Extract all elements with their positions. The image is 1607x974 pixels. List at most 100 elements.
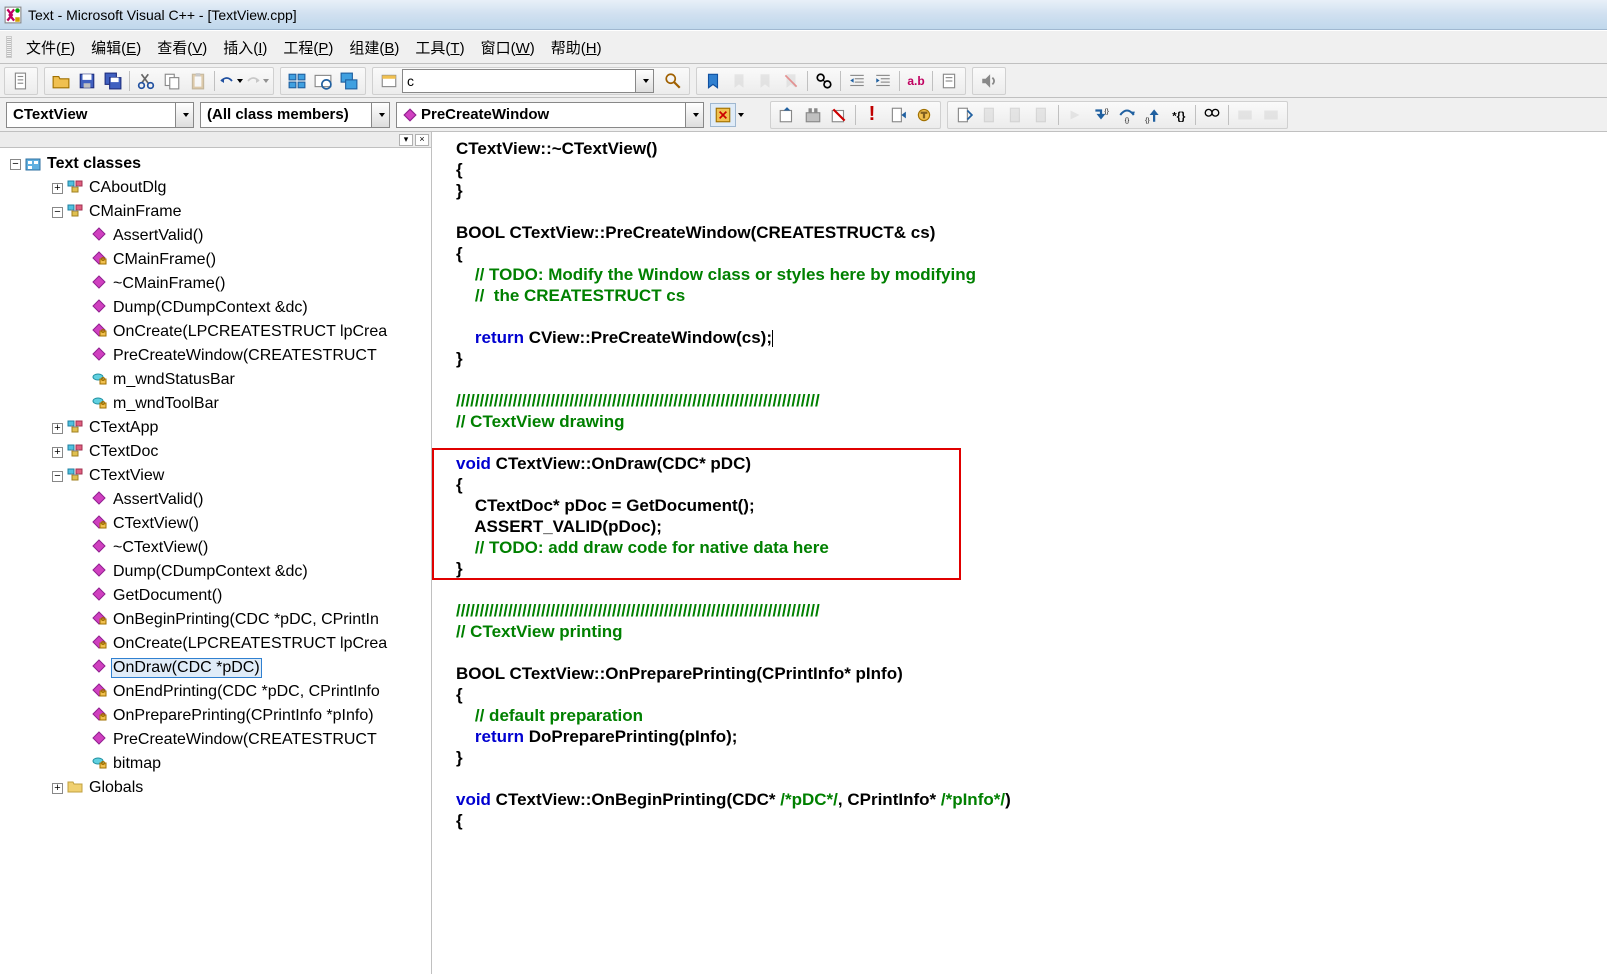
tree-item-label[interactable]: OnCreate(LPCREATESTRUCT lpCrea <box>111 635 389 653</box>
tree-item[interactable]: + CTextApp <box>10 416 429 440</box>
tree-item[interactable]: CMainFrame() <box>10 248 429 272</box>
sidebar-pin-button[interactable]: ▾ <box>399 134 413 146</box>
tree-item-label[interactable]: AssertValid() <box>111 491 205 509</box>
tree-item[interactable]: OnDraw(CDC *pDC) <box>10 656 429 680</box>
find-input[interactable] <box>402 69 636 93</box>
code-line[interactable]: BOOL CTextView::PreCreateWindow(CREATEST… <box>456 222 1607 243</box>
code-line[interactable]: ////////////////////////////////////////… <box>456 390 1607 411</box>
menu-grip[interactable] <box>6 36 12 58</box>
tree-item[interactable]: PreCreateWindow(CREATESTRUCT <box>10 344 429 368</box>
menu-h[interactable]: 帮助(H) <box>543 33 610 62</box>
code-line[interactable]: CTextView::~CTextView() <box>456 138 1607 159</box>
paste-button[interactable] <box>185 69 211 93</box>
break-button[interactable] <box>911 103 937 127</box>
find-button[interactable] <box>660 69 686 93</box>
output-button[interactable] <box>310 69 336 93</box>
bookmark-clear-button[interactable] <box>778 69 804 93</box>
code-line[interactable]: ////////////////////////////////////////… <box>456 600 1607 621</box>
code-line[interactable]: // TODO: Modify the Window class or styl… <box>456 264 1607 285</box>
code-line[interactable]: } <box>456 747 1607 768</box>
menu-i[interactable]: 插入(I) <box>215 33 275 62</box>
save-button[interactable] <box>74 69 100 93</box>
tree-item-label[interactable]: AssertValid() <box>111 227 205 245</box>
tree-item[interactable]: +Globals <box>10 776 429 800</box>
tree-item[interactable]: + CAboutDlg <box>10 176 429 200</box>
code-line[interactable]: } <box>456 348 1607 369</box>
run-to-cursor-button[interactable]: *{} <box>1166 103 1192 127</box>
tree-expand-button[interactable]: + <box>52 447 63 458</box>
tree-item[interactable]: OnBeginPrinting(CDC *pDC, CPrintIn <box>10 608 429 632</box>
tree-item-label[interactable]: m_wndToolBar <box>111 395 221 413</box>
tree-item-label[interactable]: PreCreateWindow(CREATESTRUCT <box>111 731 379 749</box>
code-line[interactable] <box>456 432 1607 453</box>
tree-item-label[interactable]: CMainFrame() <box>111 251 218 269</box>
tree-item-label[interactable]: Globals <box>87 779 145 797</box>
wizard-action-button[interactable] <box>710 103 736 127</box>
debug-apply-button[interactable] <box>1029 103 1055 127</box>
find-dropdown-arrow[interactable] <box>636 69 654 93</box>
tree-item[interactable]: AssertValid() <box>10 224 429 248</box>
member-combo[interactable]: PreCreateWindow <box>396 102 686 128</box>
tree-expand-button[interactable]: + <box>52 183 63 194</box>
menu-p[interactable]: 工程(P) <box>275 33 341 62</box>
tree-item[interactable]: PreCreateWindow(CREATESTRUCT <box>10 728 429 752</box>
filter-combo[interactable]: (All class members) <box>200 102 372 128</box>
tree-item-label[interactable]: ~CTextView() <box>111 539 210 557</box>
tree-item[interactable]: OnCreate(LPCREATESTRUCT lpCrea <box>10 320 429 344</box>
code-line[interactable]: return DoPreparePrinting(pInfo); <box>456 726 1607 747</box>
tree-root-label[interactable]: Text classes <box>45 155 143 173</box>
resource-button[interactable] <box>376 69 402 93</box>
code-line[interactable]: ASSERT_VALID(pDoc); <box>456 516 1607 537</box>
code-line[interactable]: { <box>456 159 1607 180</box>
watch-button[interactable] <box>1232 103 1258 127</box>
bookmark-prev-button[interactable] <box>752 69 778 93</box>
redo-button[interactable] <box>244 69 270 93</box>
code-line[interactable]: // CTextView printing <box>456 621 1607 642</box>
tree-item[interactable]: ~CMainFrame() <box>10 272 429 296</box>
tree-expand-button[interactable]: + <box>52 423 63 434</box>
workspace-button[interactable] <box>284 69 310 93</box>
tree-item-label[interactable]: OnPreparePrinting(CPrintInfo *pInfo) <box>111 707 376 725</box>
step-into-button[interactable]: {} <box>1088 103 1114 127</box>
step-out-button[interactable]: {} <box>1140 103 1166 127</box>
tree-item-label[interactable]: CTextDoc <box>87 443 160 461</box>
code-line[interactable] <box>456 579 1607 600</box>
unindent-button[interactable] <box>870 69 896 93</box>
filter-combo-arrow[interactable] <box>372 102 390 128</box>
tree-item-label[interactable]: CAboutDlg <box>87 179 168 197</box>
indent-button[interactable] <box>844 69 870 93</box>
code-line[interactable]: // default preparation <box>456 705 1607 726</box>
tree-item-label[interactable]: CTextApp <box>87 419 160 437</box>
quickwatch-button[interactable] <box>1199 103 1225 127</box>
tree-item[interactable]: AssertValid() <box>10 488 429 512</box>
build-button[interactable] <box>800 103 826 127</box>
code-line[interactable] <box>456 306 1607 327</box>
stop-build-button[interactable] <box>826 103 852 127</box>
code-line[interactable]: void CTextView::OnBeginPrinting(CDC* /*p… <box>456 789 1607 810</box>
bookmark-next-button[interactable] <box>726 69 752 93</box>
code-line[interactable]: return CView::PreCreateWindow(cs); <box>456 327 1607 348</box>
menu-e[interactable]: 编辑(E) <box>83 33 149 62</box>
tree-item[interactable]: −CMainFrame <box>10 200 429 224</box>
code-line[interactable]: { <box>456 243 1607 264</box>
code-line[interactable]: void CTextView::OnDraw(CDC* pDC) <box>456 453 1607 474</box>
tree-item-label[interactable]: GetDocument() <box>111 587 224 605</box>
code-line[interactable]: BOOL CTextView::OnPreparePrinting(CPrint… <box>456 663 1607 684</box>
tree-item[interactable]: CTextView() <box>10 512 429 536</box>
code-line[interactable] <box>456 642 1607 663</box>
code-line[interactable] <box>456 201 1607 222</box>
go-button[interactable] <box>885 103 911 127</box>
code-editor[interactable]: CTextView::~CTextView(){} BOOL CTextView… <box>432 132 1607 974</box>
tree-expand-button[interactable]: − <box>52 207 63 218</box>
undo-button[interactable] <box>218 69 244 93</box>
tree-item[interactable]: OnCreate(LPCREATESTRUCT lpCrea <box>10 632 429 656</box>
code-line[interactable]: // CTextView drawing <box>456 411 1607 432</box>
cut-button[interactable] <box>133 69 159 93</box>
class-combo[interactable]: CTextView <box>6 102 176 128</box>
tree-item[interactable]: Dump(CDumpContext &dc) <box>10 296 429 320</box>
tree-item[interactable]: OnPreparePrinting(CPrintInfo *pInfo) <box>10 704 429 728</box>
whitespace-button[interactable]: a.b <box>903 69 929 93</box>
code-line[interactable] <box>456 768 1607 789</box>
code-line[interactable]: // the CREATESTRUCT cs <box>456 285 1607 306</box>
variables-button[interactable] <box>1258 103 1284 127</box>
